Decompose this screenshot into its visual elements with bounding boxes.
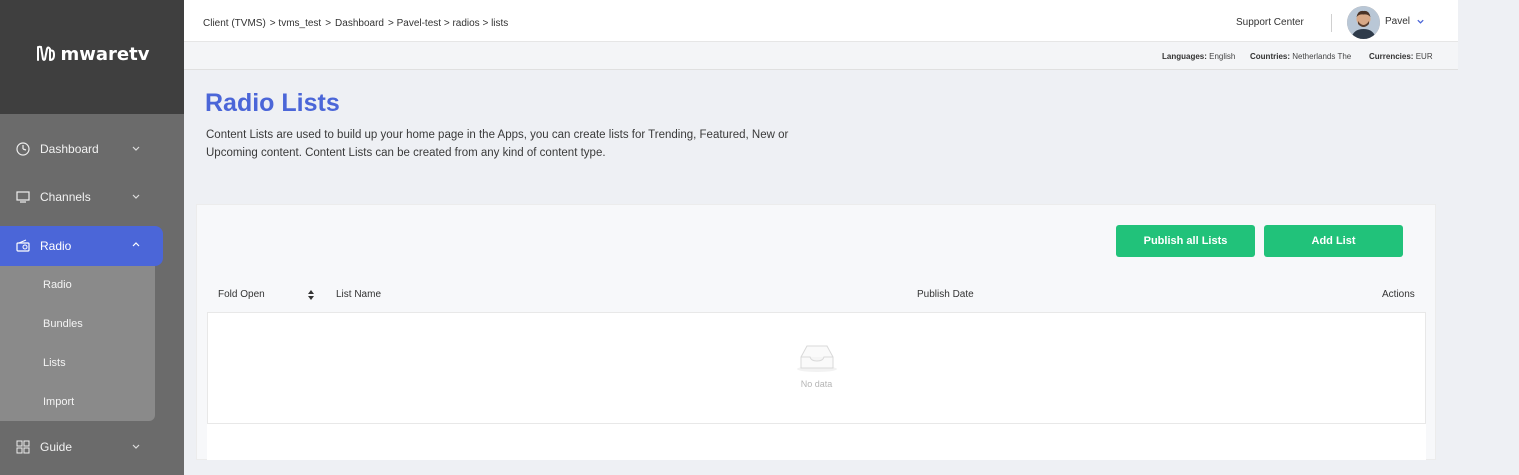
right-margin bbox=[1458, 0, 1519, 475]
user-menu[interactable]: Pavel bbox=[1385, 16, 1425, 27]
lists-panel: Publish all Lists Add List Fold Open Lis… bbox=[196, 204, 1436, 460]
header-divider bbox=[1331, 14, 1332, 32]
sidebar-item-label: Radio bbox=[40, 239, 72, 253]
submenu-item-lists[interactable]: Lists bbox=[43, 357, 66, 369]
support-center-link[interactable]: Support Center bbox=[1236, 17, 1304, 28]
countries-label: Countries: bbox=[1250, 52, 1290, 61]
sidebar-item-radio[interactable]: Radio bbox=[0, 226, 163, 266]
sort-icon[interactable] bbox=[307, 289, 315, 301]
currencies-info: Currencies: EUR bbox=[1369, 52, 1433, 61]
table-footer bbox=[207, 424, 1426, 460]
radio-icon bbox=[16, 239, 30, 253]
locale-bar: Languages: English Countries: Netherland… bbox=[184, 42, 1458, 70]
page-description: Content Lists are used to build up your … bbox=[206, 129, 789, 159]
sidebar-item-guide[interactable]: Guide bbox=[0, 427, 163, 467]
username-label: Pavel bbox=[1385, 16, 1411, 27]
submenu-item-import[interactable]: Import bbox=[43, 396, 74, 408]
column-header-publish-date: Publish Date bbox=[917, 289, 974, 300]
sidebar-item-channels[interactable]: Channels bbox=[0, 177, 163, 217]
sidebar-item-label: Dashboard bbox=[40, 142, 99, 156]
top-header: Client (TVMS) > tvms_test > Dashboard > … bbox=[184, 0, 1458, 42]
sidebar-item-label: Channels bbox=[40, 190, 91, 204]
publish-all-lists-button[interactable]: Publish all Lists bbox=[1116, 225, 1255, 257]
breadcrumb-client[interactable]: Client (TVMS) bbox=[203, 18, 266, 29]
column-header-actions: Actions bbox=[1382, 289, 1415, 300]
languages-value: English bbox=[1209, 52, 1236, 61]
empty-state-text: No data bbox=[800, 379, 833, 389]
grid-icon bbox=[16, 440, 30, 454]
empty-inbox-icon bbox=[797, 345, 837, 372]
mwaretv-logo[interactable]: mwaretv bbox=[35, 43, 150, 65]
chevron-down-icon bbox=[132, 146, 140, 151]
sidebar-item-dashboard[interactable]: Dashboard bbox=[0, 129, 163, 169]
avatar[interactable] bbox=[1347, 6, 1380, 39]
logo-area: mwaretv bbox=[0, 0, 184, 114]
breadcrumb-tvms-test[interactable]: > tvms_test bbox=[270, 18, 321, 29]
breadcrumb: Client (TVMS) > tvms_test > Dashboard > … bbox=[203, 18, 508, 29]
radio-submenu: Radio Bundles Lists Import bbox=[0, 266, 155, 421]
gauge-icon bbox=[16, 142, 30, 156]
page-title: Radio Lists bbox=[205, 89, 340, 117]
brand-name: mwaretv bbox=[60, 43, 150, 65]
column-header-fold-open[interactable]: Fold Open bbox=[218, 289, 265, 300]
breadcrumb-separator: > bbox=[325, 18, 332, 29]
breadcrumb-path[interactable]: > Pavel-test > radios > lists bbox=[388, 18, 508, 29]
submenu-item-bundles[interactable]: Bundles bbox=[43, 318, 83, 330]
breadcrumb-dashboard[interactable]: Dashboard bbox=[335, 18, 384, 29]
user-avatar-icon bbox=[1347, 6, 1380, 39]
currencies-value: EUR bbox=[1415, 52, 1433, 61]
chevron-down-icon bbox=[132, 194, 140, 199]
chevron-down-icon bbox=[132, 444, 140, 449]
mwaretv-logo-icon bbox=[36, 45, 55, 61]
languages-info: Languages: English bbox=[1162, 52, 1235, 61]
currencies-label: Currencies: bbox=[1369, 52, 1414, 61]
countries-value: Netherlands The bbox=[1292, 52, 1352, 61]
submenu-item-radio[interactable]: Radio bbox=[43, 279, 72, 291]
countries-info: Countries: Netherlands The bbox=[1250, 52, 1351, 61]
sidebar-item-label: Guide bbox=[40, 440, 73, 454]
monitor-icon bbox=[16, 190, 30, 204]
sidebar: mwaretv Dashboard Channels Radio Radio B… bbox=[0, 0, 184, 475]
column-header-list-name: List Name bbox=[336, 289, 382, 300]
languages-label: Languages: bbox=[1162, 52, 1207, 61]
table-body: No data bbox=[207, 312, 1426, 424]
chevron-down-icon bbox=[1417, 19, 1424, 24]
add-list-button[interactable]: Add List bbox=[1264, 225, 1403, 257]
chevron-up-icon bbox=[132, 242, 140, 247]
